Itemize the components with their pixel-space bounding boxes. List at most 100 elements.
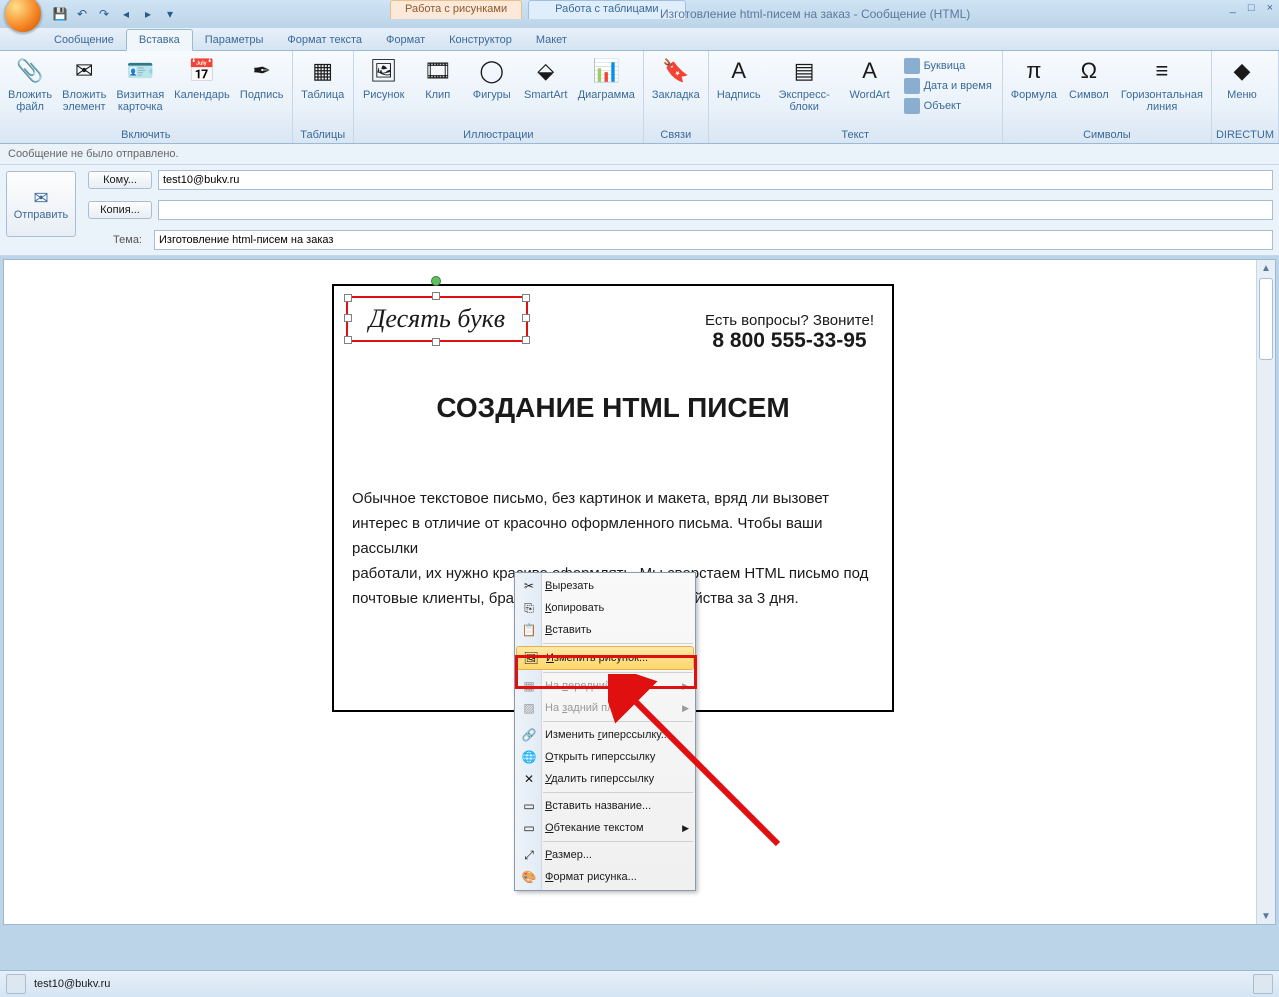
- equation-button-label: Формула: [1011, 89, 1057, 101]
- signature-button[interactable]: ✒Подпись: [236, 53, 288, 103]
- selection-handle[interactable]: [522, 336, 530, 344]
- to-input[interactable]: [158, 170, 1273, 190]
- selection-handle[interactable]: [432, 338, 440, 346]
- tab-макет[interactable]: Макет: [524, 30, 579, 50]
- ctx-send-back-label: На задний план: [545, 702, 626, 714]
- dropcap-button[interactable]: Буквица: [900, 57, 996, 75]
- tab-формат[interactable]: Формат: [374, 30, 437, 50]
- ctx-copy[interactable]: ⎘Копировать: [515, 597, 695, 619]
- presence-avatar-icon[interactable]: [6, 974, 26, 994]
- next-icon[interactable]: ▸: [140, 6, 156, 22]
- ctx-text-wrap[interactable]: ▭Обтекание текстом▶: [515, 817, 695, 839]
- tab-сообщение[interactable]: Сообщение: [42, 30, 126, 50]
- context-tab-picture[interactable]: Работа с рисунками: [390, 0, 522, 19]
- scroll-up-icon[interactable]: ▲: [1257, 260, 1275, 276]
- cc-input[interactable]: [158, 200, 1273, 220]
- wordart-button[interactable]: AWordArt: [844, 53, 896, 103]
- tab-формат-текста[interactable]: Формат текста: [275, 30, 374, 50]
- clip-button[interactable]: 🎞Клип: [412, 53, 464, 103]
- scroll-thumb[interactable]: [1259, 278, 1273, 360]
- selection-handle[interactable]: [344, 336, 352, 344]
- attach-item-button[interactable]: ✉Вложить элемент: [58, 53, 110, 115]
- attach-file-button[interactable]: 📎Вложить файл: [4, 53, 56, 115]
- equation-button[interactable]: πФормула: [1007, 53, 1061, 103]
- shapes-button[interactable]: ◯Фигуры: [466, 53, 518, 103]
- business-card-button-label: Визитная карточка: [116, 89, 164, 113]
- ctx-format-picture[interactable]: 🎨Формат рисунка...: [515, 866, 695, 888]
- chart-button[interactable]: 📊Диаграмма: [574, 53, 639, 103]
- tab-конструктор[interactable]: Конструктор: [437, 30, 524, 50]
- symbol-button[interactable]: ΩСимвол: [1063, 53, 1115, 103]
- context-menu: ✂Вырезать⎘Копировать📋Вставить 🖼Изменить р…: [514, 572, 696, 891]
- window-controls: _ □ ×: [1230, 2, 1273, 14]
- ribbon-group-связи: 🔖ЗакладкаСвязи: [644, 51, 709, 143]
- ctx-paste-icon: 📋: [521, 622, 537, 638]
- contact-photo-icon[interactable]: [1253, 974, 1273, 994]
- ctx-text-wrap-label: Обтекание текстом: [545, 822, 644, 834]
- maximize-icon[interactable]: □: [1248, 2, 1255, 14]
- send-label: Отправить: [14, 209, 69, 221]
- ctx-size[interactable]: ⤢Размер...: [515, 844, 695, 866]
- business-card-button[interactable]: 🪪Визитная карточка: [112, 53, 168, 115]
- status-bar: test10@bukv.ru: [0, 970, 1279, 997]
- ctx-open-hyperlink-label: Открыть гиперссылку: [545, 751, 655, 763]
- ctx-open-hyperlink[interactable]: 🌐Открыть гиперссылку: [515, 746, 695, 768]
- selection-handle[interactable]: [344, 314, 352, 322]
- attach-file-button-label: Вложить файл: [8, 89, 52, 113]
- to-button[interactable]: Кому...: [88, 171, 152, 189]
- ctx-edit-hyperlink[interactable]: 🔗Изменить гиперссылку...: [515, 724, 695, 746]
- ctx-paste[interactable]: 📋Вставить: [515, 619, 695, 641]
- ctx-remove-hyperlink[interactable]: ✕Удалить гиперссылку: [515, 768, 695, 790]
- window-title: Изготовление html-писем на заказ - Сообщ…: [660, 7, 970, 21]
- message-body-canvas[interactable]: Десять букв Есть вопросы? Звоните! 8 800…: [3, 259, 1276, 925]
- quickparts-button-label: Экспресс-блоки: [771, 89, 838, 113]
- picture-button[interactable]: 🖼Рисунок: [358, 53, 410, 103]
- object-button[interactable]: Объект: [900, 97, 996, 115]
- qat-dropdown-icon[interactable]: ▾: [162, 6, 178, 22]
- close-icon[interactable]: ×: [1267, 2, 1273, 14]
- group-label: Текст: [713, 127, 998, 143]
- group-label: Символы: [1007, 127, 1207, 143]
- directum-menu-icon: ◆: [1226, 55, 1258, 87]
- ctx-insert-caption-icon: ▭: [521, 798, 537, 814]
- tab-вставка[interactable]: Вставка: [126, 29, 193, 51]
- selection-handle[interactable]: [344, 294, 352, 302]
- undo-icon[interactable]: ↶: [74, 6, 90, 22]
- prev-icon[interactable]: ◂: [118, 6, 134, 22]
- cc-button[interactable]: Копия...: [88, 201, 152, 219]
- datetime-button[interactable]: Дата и время: [900, 77, 996, 95]
- page-heading: СОЗДАНИЕ HTML ПИСЕМ: [334, 392, 892, 424]
- selection-handle[interactable]: [432, 292, 440, 300]
- textbox-button[interactable]: AНадпись: [713, 53, 765, 103]
- selection-handle[interactable]: [522, 294, 530, 302]
- quick-access-toolbar: 💾 ↶ ↷ ◂ ▸ ▾: [52, 6, 178, 22]
- quickparts-button[interactable]: ▤Экспресс-блоки: [767, 53, 842, 115]
- context-tab-strip: Работа с рисунками Работа с таблицами: [390, 0, 686, 19]
- hr-button[interactable]: ≡Горизонтальная линия: [1117, 53, 1207, 115]
- redo-icon[interactable]: ↷: [96, 6, 112, 22]
- ctx-insert-caption[interactable]: ▭Вставить название...: [515, 795, 695, 817]
- minimize-icon[interactable]: _: [1230, 2, 1236, 14]
- logo-image-selected[interactable]: Десять букв: [346, 296, 528, 342]
- rotation-handle[interactable]: [431, 276, 441, 286]
- ctx-copy-icon: ⎘: [521, 600, 537, 616]
- subject-input[interactable]: [154, 230, 1273, 250]
- ribbon-group-включить: 📎Вложить файл✉Вложить элемент🪪Визитная к…: [0, 51, 293, 143]
- bookmark-button[interactable]: 🔖Закладка: [648, 53, 704, 103]
- calendar-button[interactable]: 📅Календарь: [170, 53, 234, 103]
- save-icon[interactable]: 💾: [52, 6, 68, 22]
- vertical-scrollbar[interactable]: ▲ ▼: [1256, 260, 1275, 924]
- ctx-cut[interactable]: ✂Вырезать: [515, 575, 695, 597]
- ctx-edit-hyperlink-icon: 🔗: [521, 727, 537, 743]
- smartart-button[interactable]: ⬙SmartArt: [520, 53, 572, 103]
- chart-icon: 📊: [590, 55, 622, 87]
- directum-menu-button[interactable]: ◆Меню: [1216, 53, 1268, 103]
- scroll-down-icon[interactable]: ▼: [1257, 908, 1275, 924]
- send-button[interactable]: ✉ Отправить: [6, 171, 76, 237]
- datetime-icon: [904, 78, 920, 94]
- table-button[interactable]: ▦Таблица: [297, 53, 349, 103]
- tab-параметры[interactable]: Параметры: [193, 30, 276, 50]
- selection-handle[interactable]: [522, 314, 530, 322]
- envelope-icon: ✉: [33, 188, 48, 209]
- ctx-change-picture[interactable]: 🖼Изменить рисунок...: [516, 646, 694, 670]
